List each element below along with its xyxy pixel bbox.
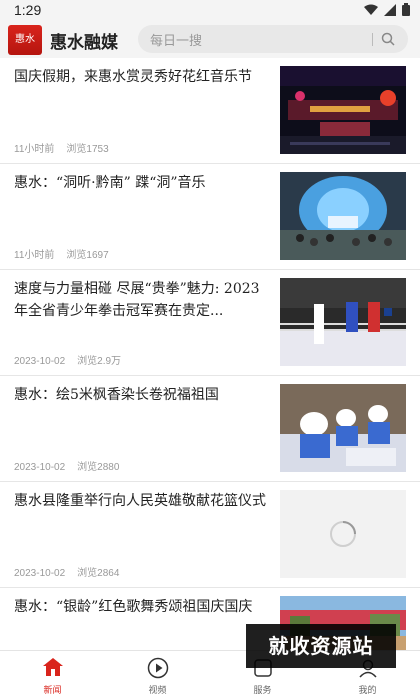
news-time: 11小时前 [14, 144, 55, 155]
nav-video[interactable]: 视频 [105, 651, 210, 700]
news-title[interactable]: 国庆假期，来惠水赏灵秀好花红音乐节 [14, 66, 272, 88]
watermark-overlay: 就收资源站 [246, 624, 396, 668]
news-meta: 2023-10-02 浏览2864 [14, 564, 119, 579]
nav-label: 新闻 [43, 686, 62, 696]
nav-label: 视频 [148, 686, 167, 696]
news-title[interactable]: 惠水县隆重举行向人民英雄敬献花篮仪式 [14, 490, 272, 512]
search-icon[interactable] [381, 32, 395, 46]
news-views: 浏览2880 [77, 462, 120, 473]
nav-label: 服务 [253, 686, 272, 696]
app-header: 惠水 惠水融媒 每日一搜 [0, 20, 420, 58]
home-icon [42, 658, 63, 676]
news-thumbnail-loading[interactable] [280, 490, 406, 578]
news-title[interactable]: 惠水：“银龄”红色歌舞秀颂祖国庆国庆 [14, 596, 272, 618]
news-thumbnail[interactable] [280, 278, 406, 366]
status-bar: 1:29 [0, 0, 420, 20]
news-views: 浏览2864 [77, 568, 120, 579]
news-meta: 2023-10-02 浏览2880 [14, 458, 119, 473]
loading-spinner-icon [330, 521, 356, 547]
status-icons [364, 3, 410, 16]
news-views: 浏览2.9万 [77, 356, 122, 367]
news-thumbnail[interactable] [280, 172, 406, 260]
news-title[interactable]: 惠水：“洞听·黔南” 蹀“洞”音乐 [14, 172, 272, 194]
news-thumbnail[interactable] [280, 384, 406, 472]
search-bar[interactable]: 每日一搜 [138, 25, 408, 53]
battery-icon [402, 3, 410, 16]
nav-label: 我的 [358, 686, 377, 696]
news-time: 11小时前 [14, 250, 55, 261]
search-divider [372, 33, 373, 46]
status-time: 1:29 [14, 2, 42, 18]
news-time: 2023-10-02 [14, 356, 66, 367]
nav-news[interactable]: 新闻 [0, 651, 105, 700]
signal-icon [384, 3, 396, 16]
app-title: 惠水融媒 [50, 33, 118, 53]
news-time: 2023-10-02 [14, 568, 66, 579]
news-title[interactable]: 速度与力量相碰 尽展“贵拳”魅力: 2023年全省青少年拳击冠军赛在贵定... [14, 278, 272, 322]
news-meta: 11小时前 浏览1697 [14, 246, 109, 261]
news-meta: 2023-10-02 浏览2.9万 [14, 352, 121, 367]
news-item[interactable]: 国庆假期，来惠水赏灵秀好花红音乐节 11小时前 浏览1753 [0, 58, 420, 164]
news-title[interactable]: 惠水：绘5米枫香染长卷祝福祖国 [14, 384, 272, 406]
news-item[interactable]: 速度与力量相碰 尽展“贵拳”魅力: 2023年全省青少年拳击冠军赛在贵定... … [0, 270, 420, 376]
news-thumbnail[interactable] [280, 66, 406, 154]
search-placeholder: 每日一搜 [150, 34, 203, 49]
news-views: 浏览1697 [66, 250, 109, 261]
news-feed[interactable]: 国庆假期，来惠水赏灵秀好花红音乐节 11小时前 浏览1753 惠水：“洞听·黔南”… [0, 58, 420, 650]
wifi-icon [364, 4, 378, 15]
news-meta: 11小时前 浏览1753 [14, 140, 109, 155]
app-logo: 惠水 [8, 25, 42, 55]
news-item[interactable]: 惠水：“洞听·黔南” 蹀“洞”音乐 11小时前 浏览1697 [0, 164, 420, 270]
play-icon [147, 657, 168, 679]
news-time: 2023-10-02 [14, 462, 66, 473]
news-item[interactable]: 惠水县隆重举行向人民英雄敬献花篮仪式 2023-10-02 浏览2864 [0, 482, 420, 588]
news-views: 浏览1753 [66, 144, 109, 155]
news-item[interactable]: 惠水：绘5米枫香染长卷祝福祖国 2023-10-02 浏览2880 [0, 376, 420, 482]
